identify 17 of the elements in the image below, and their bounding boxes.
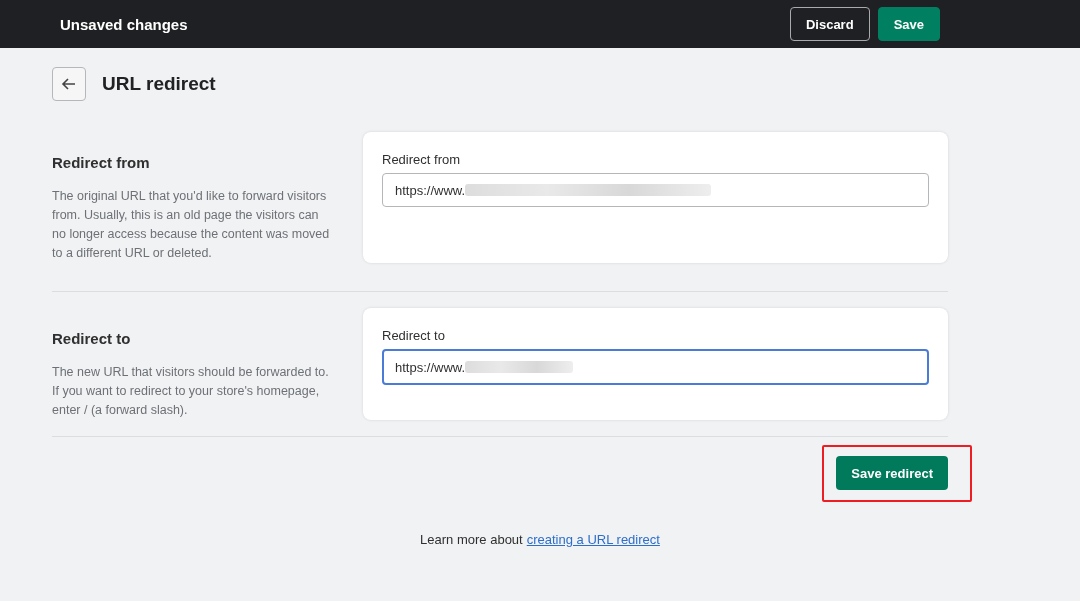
section-description: The new URL that visitors should be forwarded to. If you want to redirect to your store's homepage, enter / (a forward slash). (52, 364, 330, 419)
url-input-field[interactable]: https://www. (382, 173, 929, 207)
url-input-field[interactable]: https://www. (382, 349, 929, 385)
discard-button[interactable]: Discard (789, 7, 870, 41)
section-title: Redirect from (52, 154, 151, 171)
field-label: Redirect from (382, 152, 462, 167)
field-label: Redirect to (382, 328, 446, 343)
save-button[interactable]: Save (877, 7, 940, 41)
footer-text: Learn more about (420, 532, 523, 547)
section-description: The original URL that you'd like to forward visitors from. Usually, this is an old page the visitors can no longer access because the content was moved to a different URL or deleted. (52, 188, 331, 262)
back-button[interactable] (52, 67, 86, 101)
arrow-left-icon (61, 76, 77, 92)
page-title: URL redirect (102, 73, 216, 95)
section-title: Redirect to (52, 330, 132, 347)
learn-more-link[interactable]: creating a URL redirect (526, 532, 660, 547)
save-redirect-button[interactable]: Save redirect (836, 456, 948, 490)
unsaved-changes-title: Unsaved changes (60, 15, 188, 33)
